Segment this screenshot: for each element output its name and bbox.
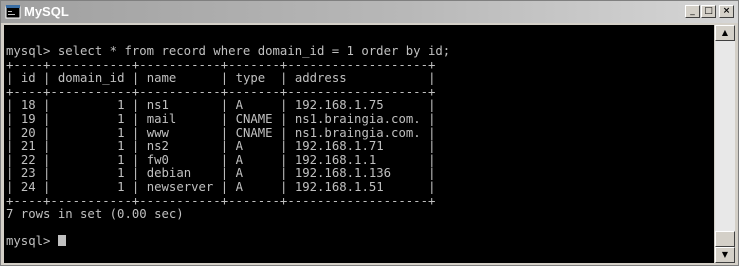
maximize-button[interactable]: □ bbox=[701, 5, 716, 18]
table-border: +----+-----------+-----------+-------+--… bbox=[6, 193, 436, 208]
console-output[interactable]: mysql> select * from record where domain… bbox=[4, 25, 714, 263]
minimize-icon: _ bbox=[690, 6, 695, 16]
scroll-down-button[interactable]: ▼ bbox=[715, 247, 735, 263]
table-cell-type: CNAME bbox=[235, 125, 273, 140]
prompt-line[interactable]: mysql> bbox=[6, 235, 450, 249]
table-cell-address: ns1.braingia.com. bbox=[294, 125, 421, 140]
console-text: mysql> select * from record where domain… bbox=[6, 44, 451, 249]
column-header-address: address bbox=[294, 71, 421, 86]
minimize-button[interactable]: _ bbox=[685, 5, 700, 18]
table-cell-name: newserver bbox=[146, 179, 214, 194]
table-header-row: | id | domain_id | name | type | address… bbox=[6, 71, 436, 86]
column-header-type: type bbox=[235, 71, 273, 86]
close-icon: × bbox=[722, 6, 731, 16]
table-cell-id: 24 bbox=[20, 179, 36, 194]
table-cell-domain_id: 1 bbox=[57, 98, 125, 113]
scroll-up-button[interactable]: ▲ bbox=[715, 25, 735, 41]
table-cell-id: 18 bbox=[20, 98, 36, 113]
maximize-icon: □ bbox=[704, 6, 713, 16]
column-header-domain_id: domain_id bbox=[57, 71, 125, 86]
table-row: | 21 | 1 | ns2 | A | 192.168.1.71 | bbox=[6, 139, 436, 154]
table-cell-domain_id: 1 bbox=[57, 179, 125, 194]
table-cell-name: fw0 bbox=[146, 152, 214, 167]
scroll-up-arrow-icon: ▲ bbox=[721, 28, 729, 37]
empty-line bbox=[6, 222, 450, 236]
table-cell-name: ns2 bbox=[146, 139, 214, 154]
close-button[interactable]: × bbox=[719, 5, 734, 18]
column-header-name: name bbox=[146, 71, 214, 86]
table-cell-name: mail bbox=[146, 111, 214, 126]
table-row: | 22 | 1 | fw0 | A | 192.168.1.1 | bbox=[6, 152, 436, 167]
table-cell-id: 22 bbox=[20, 152, 36, 167]
window-title: MySQL bbox=[24, 4, 69, 19]
column-header-id: id bbox=[20, 71, 36, 86]
table-cell-id: 23 bbox=[20, 166, 36, 181]
table-row: | 24 | 1 | newserver | A | 192.168.1.51 … bbox=[6, 179, 436, 194]
table-cell-id: 19 bbox=[20, 111, 36, 126]
table-cell-address: 192.168.1.71 bbox=[294, 139, 421, 154]
table-cell-name: www bbox=[146, 125, 214, 140]
table-cell-domain_id: 1 bbox=[57, 166, 125, 181]
table-cell-address: 192.168.1.75 bbox=[294, 98, 421, 113]
scrollbar-thumb[interactable] bbox=[715, 231, 735, 247]
table-row: | 20 | 1 | www | CNAME | ns1.braingia.co… bbox=[6, 125, 436, 140]
table-cell-id: 20 bbox=[20, 125, 36, 140]
console-window: MySQL _ □ × mysql> select * from record … bbox=[0, 0, 739, 266]
table-row: | 19 | 1 | mail | CNAME | ns1.braingia.c… bbox=[6, 111, 436, 126]
mysql-console-icon bbox=[5, 5, 21, 19]
table-row: | 18 | 1 | ns1 | A | 192.168.1.75 | bbox=[6, 98, 436, 113]
result-summary: 7 rows in set (0.00 sec) bbox=[6, 207, 184, 222]
query-line: mysql> select * from record where domain… bbox=[6, 44, 451, 58]
prompt: mysql> bbox=[6, 234, 58, 249]
title-bar[interactable]: MySQL _ □ × bbox=[1, 1, 738, 23]
table-cell-type: A bbox=[235, 166, 273, 181]
table-cell-address: 192.168.1.136 bbox=[294, 166, 421, 181]
table-cell-name: debian bbox=[146, 166, 214, 181]
table-cell-domain_id: 1 bbox=[57, 125, 125, 140]
table-border: +----+-----------+-----------+-------+--… bbox=[6, 57, 436, 72]
table-cell-id: 21 bbox=[20, 139, 36, 154]
vertical-scrollbar[interactable]: ▲ ▼ bbox=[715, 25, 735, 263]
result-table: +----+-----------+-----------+-------+--… bbox=[6, 57, 450, 209]
table-border: +----+-----------+-----------+-------+--… bbox=[6, 84, 436, 99]
table-cell-type: A bbox=[235, 152, 273, 167]
table-cell-name: ns1 bbox=[146, 98, 214, 113]
table-cell-address: ns1.braingia.com. bbox=[294, 111, 421, 126]
table-cell-type: CNAME bbox=[235, 111, 273, 126]
table-cell-domain_id: 1 bbox=[57, 111, 125, 126]
table-cell-address: 192.168.1.51 bbox=[294, 179, 421, 194]
table-cell-domain_id: 1 bbox=[57, 152, 125, 167]
table-cell-domain_id: 1 bbox=[57, 139, 125, 154]
text-cursor bbox=[57, 235, 66, 247]
scroll-down-arrow-icon: ▼ bbox=[721, 250, 729, 259]
table-cell-type: A bbox=[235, 139, 273, 154]
table-cell-type: A bbox=[235, 98, 273, 113]
table-cell-address: 192.168.1.1 bbox=[294, 152, 421, 167]
table-row: | 23 | 1 | debian | A | 192.168.1.136 | bbox=[6, 166, 436, 181]
table-cell-type: A bbox=[235, 179, 273, 194]
